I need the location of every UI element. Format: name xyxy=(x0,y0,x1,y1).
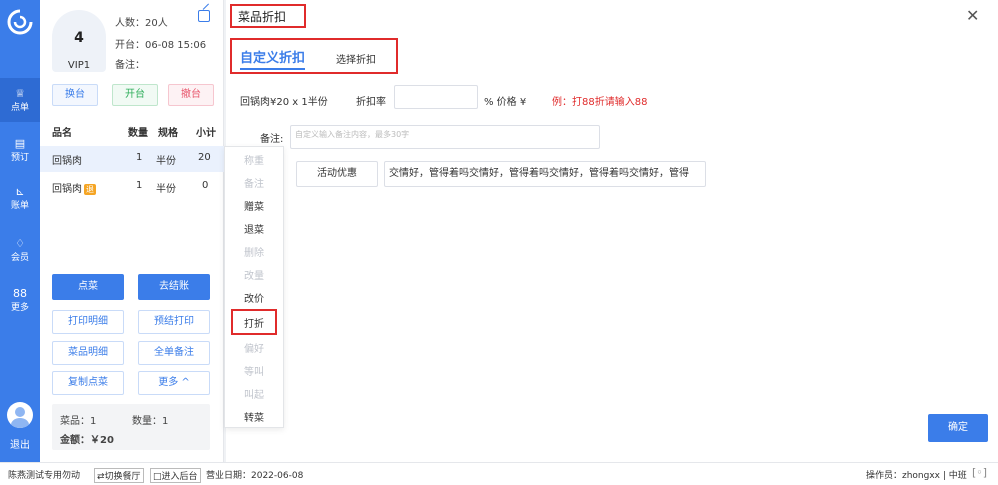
nav-item-label: 账单 xyxy=(10,201,29,211)
app-logo-icon xyxy=(7,9,33,35)
main-nav-rail: ♕ 点单 ▤ 预订 ⊾ 账单 ♢ 会员 88 更多 退出 xyxy=(0,0,40,462)
open-table-button[interactable]: 开台 xyxy=(112,84,158,106)
row-spec: 半份 xyxy=(156,184,176,195)
order-dish-button[interactable]: 点菜 xyxy=(52,274,124,300)
order-row[interactable]: 回锅肉退 1 半份 0 xyxy=(40,174,224,200)
discount-rate-input[interactable] xyxy=(394,85,478,109)
bell-icon: ♕ xyxy=(15,87,25,100)
order-row[interactable]: 回锅肉 1 半份 20 xyxy=(40,146,224,172)
nav-item-members[interactable]: ♢ 会员 xyxy=(0,238,40,268)
nav-item-label: 预订 xyxy=(10,153,29,163)
menu-item-preference[interactable]: 偏好 xyxy=(225,340,283,355)
menu-item-weigh[interactable]: 称重 xyxy=(225,152,283,167)
switch-restaurant-button[interactable]: ⇄切换餐厅 xyxy=(94,468,144,483)
remark-label: 备注: xyxy=(260,134,284,145)
promotion-button[interactable]: 活动优惠 xyxy=(296,161,378,187)
nav-item-label: 点单 xyxy=(10,103,29,113)
print-detail-button[interactable]: 打印明细 xyxy=(52,310,124,334)
discount-dialog: 菜品折扣 ✕ 自定义折扣 选择折扣 回锅肉¥20 x 1半份 折扣率 % 价格 … xyxy=(226,0,998,462)
order-panel: 4 VIP1 人数：20人 开台：06-08 15:06 备注： 换台 开台 撤… xyxy=(40,0,224,462)
business-date: 营业日期：2022-06-08 xyxy=(206,471,304,481)
nav-item-label: 更多 xyxy=(10,303,29,313)
pre-print-button[interactable]: 预结打印 xyxy=(138,310,210,334)
col-qty: 数量 xyxy=(128,128,148,139)
enter-backend-button[interactable]: □进入后台 xyxy=(150,468,201,483)
menu-item-transfer[interactable]: 转菜 xyxy=(225,409,283,424)
cancel-table-button[interactable]: 撤台 xyxy=(168,84,214,106)
row-subtotal: 20 xyxy=(198,152,211,163)
change-table-button[interactable]: 换台 xyxy=(52,84,98,106)
row-qty: 1 xyxy=(136,152,143,163)
highlight-box xyxy=(230,4,306,28)
logout-button[interactable]: 退出 xyxy=(0,436,40,451)
brand-name: 陈燕测试专用勿动 xyxy=(8,471,81,481)
guest-count: 人数：20人 xyxy=(115,18,168,29)
promotion-text: 交情好，管得着吗交情好，管得着吗交情好，管得着吗交情好，管得 xyxy=(384,161,706,187)
summary-quantity: 数量：1 xyxy=(132,416,169,427)
user-avatar[interactable] xyxy=(7,402,33,428)
highlight-box xyxy=(230,38,398,74)
nav-item-label: 会员 xyxy=(10,253,29,263)
row-spec: 半份 xyxy=(156,156,176,167)
remark-textarea[interactable]: 自定义输入备注内容，最多30字 xyxy=(290,125,600,149)
more-button[interactable]: 更多 ^ xyxy=(138,371,210,395)
col-name: 品名 xyxy=(52,128,72,139)
dish-detail-button[interactable]: 菜品明细 xyxy=(52,341,124,365)
menu-item-change-price[interactable]: 改价 xyxy=(225,290,283,305)
copy-order-button[interactable]: 复制点菜 xyxy=(52,371,124,395)
table-name: VIP1 xyxy=(67,60,91,71)
discount-rate-label: 折扣率 xyxy=(356,97,386,108)
menu-item-return[interactable]: 退菜 xyxy=(225,221,283,236)
menu-item-gift[interactable]: 赠菜 xyxy=(225,198,283,213)
col-subtotal: 小计 xyxy=(196,128,216,139)
price-label: % 价格 ¥ xyxy=(484,97,527,108)
operator-info: 操作员：zhongxx | 中班 xyxy=(866,471,967,481)
close-icon[interactable]: ✕ xyxy=(966,6,979,25)
all-remark-button[interactable]: 全单备注 xyxy=(138,341,210,365)
menu-item-remark[interactable]: 备注 xyxy=(225,175,283,190)
table-number: 4 xyxy=(74,30,84,46)
table-card: 4 VIP1 xyxy=(52,10,106,72)
row-subtotal: 0 xyxy=(202,180,209,191)
order-summary: 菜品：1 数量：1 金额：￥20 xyxy=(52,404,210,450)
chart-icon: ⊾ xyxy=(15,185,25,198)
row-name: 回锅肉 xyxy=(52,184,82,195)
col-spec: 规格 xyxy=(158,128,178,139)
discount-hint: 例：打88折请输入88 xyxy=(552,97,648,108)
dish-line: 回锅肉¥20 x 1半份 xyxy=(240,97,328,108)
grid-icon: 88 xyxy=(13,287,27,300)
order-list-header: 品名 数量 规格 小计 xyxy=(40,118,224,142)
refund-badge: 退 xyxy=(84,184,96,195)
diamond-icon: ♢ xyxy=(15,237,25,250)
dish-context-menu: 称重 备注 赠菜 退菜 删除 改量 改价 打折 偏好 等叫 叫起 转菜 xyxy=(224,146,284,428)
menu-item-hold[interactable]: 等叫 xyxy=(225,363,283,378)
confirm-button[interactable]: 确定 xyxy=(928,414,988,442)
nav-item-reservation[interactable]: ▤ 预订 xyxy=(0,138,40,168)
scan-icon[interactable]: [◦] xyxy=(972,466,987,479)
row-name: 回锅肉 xyxy=(52,156,82,167)
status-bar: 陈燕测试专用勿动 ⇄切换餐厅 □进入后台 营业日期：2022-06-08 操作员… xyxy=(0,462,998,485)
summary-amount: 金额：￥20 xyxy=(60,435,114,446)
checkout-button[interactable]: 去结账 xyxy=(138,274,210,300)
row-qty: 1 xyxy=(136,180,143,191)
menu-item-change-qty[interactable]: 改量 xyxy=(225,267,283,282)
nav-item-more[interactable]: 88 更多 xyxy=(0,288,40,318)
order-remark: 备注： xyxy=(115,60,145,71)
nav-item-bills[interactable]: ⊾ 账单 xyxy=(0,186,40,216)
nav-item-order[interactable]: ♕ 点单 xyxy=(0,78,40,122)
menu-item-delete[interactable]: 删除 xyxy=(225,244,283,259)
calendar-icon: ▤ xyxy=(14,137,26,150)
edit-icon[interactable] xyxy=(198,10,210,22)
summary-dishes: 菜品：1 xyxy=(60,416,97,427)
highlight-box xyxy=(231,309,277,335)
open-time: 开台：06-08 15:06 xyxy=(115,40,207,51)
menu-item-fire[interactable]: 叫起 xyxy=(225,386,283,401)
